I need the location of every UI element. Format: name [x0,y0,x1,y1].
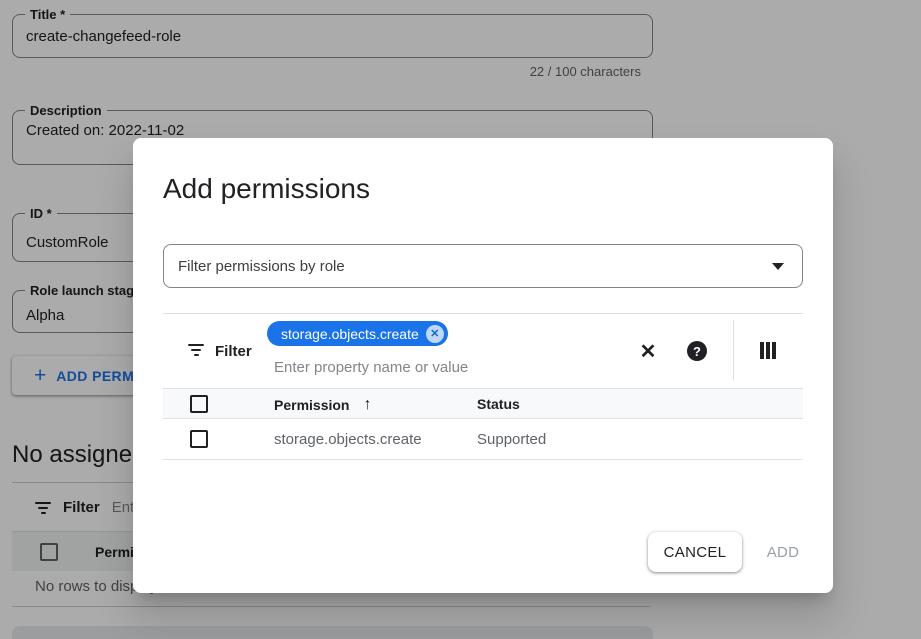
row-checkbox[interactable] [190,430,208,448]
filter-chip-storage-objects-create[interactable]: storage.objects.create ✕ [267,321,448,346]
add-permissions-dialog: Add permissions Filter permissions by ro… [133,138,833,593]
permission-table-row[interactable]: storage.objects.create Supported [163,420,803,460]
clear-filters-icon[interactable]: ✕ [634,337,662,365]
permission-column-header[interactable]: Permission ↑ [274,396,371,414]
role-select-value: Filter permissions by role [178,258,772,275]
cancel-button[interactable]: CANCEL [648,532,742,572]
select-all-checkbox[interactable] [190,395,208,413]
filter-permissions-by-role-select[interactable]: Filter permissions by role [163,244,803,288]
dialog-filter-label: Filter [215,343,252,360]
filter-chip-text: storage.objects.create [281,326,419,342]
divider [733,320,734,380]
chevron-down-icon [772,263,784,270]
dialog-filter-input-placeholder[interactable]: Enter property name or value [274,359,468,376]
chip-remove-icon[interactable]: ✕ [426,325,444,343]
status-column-header[interactable]: Status [477,396,520,412]
help-icon[interactable]: ? [687,341,707,361]
dialog-title: Add permissions [163,173,370,205]
column-display-options-icon[interactable] [760,342,776,359]
dialog-table-header: Permission ↑ Status [163,388,803,419]
permission-cell: storage.objects.create [274,431,422,448]
sort-ascending-icon[interactable]: ↑ [363,396,371,414]
add-button[interactable]: ADD [755,532,811,572]
filter-icon [188,344,204,356]
divider [163,313,803,314]
create-role-page: Title * create-changefeed-role 22 / 100 … [0,0,921,639]
permission-header-label: Permission [274,397,349,413]
status-cell: Supported [477,431,546,448]
